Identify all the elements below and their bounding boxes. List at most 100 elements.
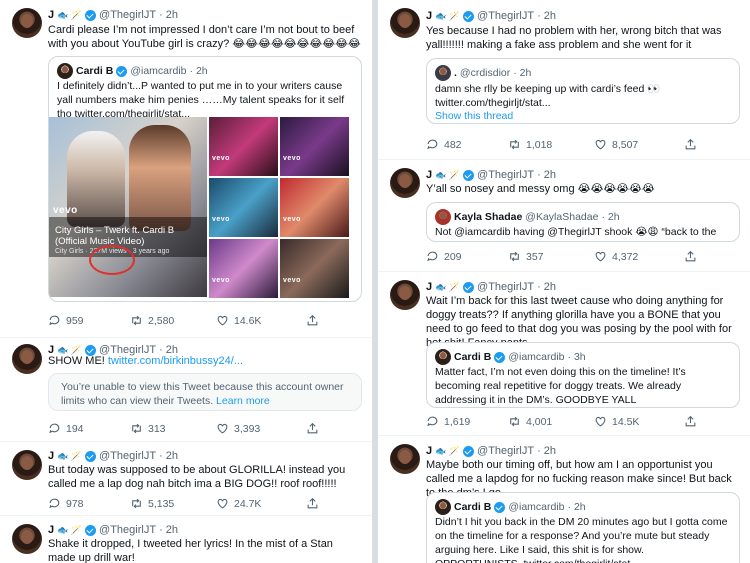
avatar[interactable]	[390, 444, 420, 474]
avatar[interactable]	[390, 280, 420, 310]
handle[interactable]: @ThegirlJT	[477, 445, 534, 457]
like-button[interactable]: 4,372	[594, 250, 638, 263]
retweet-button[interactable]: 4,001	[508, 415, 552, 428]
like-button[interactable]: 3,393	[216, 422, 260, 435]
display-name[interactable]: J	[426, 169, 432, 181]
tweet[interactable]: J 🐟 🪄 @ThegirlJT · 2h Yes because I had …	[378, 0, 750, 160]
timestamp[interactable]: · 2h	[159, 524, 178, 536]
avatar[interactable]	[12, 450, 42, 480]
person-image	[129, 125, 191, 231]
video-thumbnail[interactable]: vevo	[280, 178, 349, 237]
share-button[interactable]	[306, 422, 319, 435]
tweet[interactable]: J 🐟 🪄 @ThegirlJT · 2h SHOW ME! twitter.c…	[0, 338, 372, 442]
learn-more-link[interactable]: Learn more	[216, 395, 270, 407]
retweet-count: 357	[526, 250, 544, 263]
verified-icon	[116, 65, 128, 77]
reply-button[interactable]: 482	[426, 138, 462, 151]
quoted-tweet[interactable]: Cardi B @iamcardib · 2h I definitely did…	[48, 56, 362, 302]
quote-header: Cardi B @iamcardib · 3h	[435, 349, 733, 365]
quoted-tweet[interactable]: . @crdisdior · 2h damn she rlly be keepi…	[426, 58, 740, 124]
like-button[interactable]: 14.5K	[594, 415, 639, 428]
like-count: 4,372	[612, 250, 639, 263]
retweet-button[interactable]: 1,018	[508, 138, 552, 151]
quote-text: Matter fact, I’m not even doing this on …	[435, 366, 686, 406]
tweet-header: J 🐟 🪄 @ThegirlJT · 2h	[48, 9, 364, 21]
reply-button[interactable]: 194	[48, 422, 84, 435]
retweet-button[interactable]: 357	[508, 250, 544, 263]
timestamp[interactable]: · 2h	[537, 169, 556, 181]
heart-icon	[217, 423, 228, 434]
timestamp[interactable]: · 2h	[159, 450, 178, 462]
tweet-text: Shake it dropped, I tweeted her lyrics! …	[48, 538, 333, 563]
like-count: 14.5K	[612, 415, 640, 428]
like-button[interactable]: 8,507	[594, 138, 638, 151]
heart-icon	[595, 139, 606, 150]
display-name: Cardi B	[76, 65, 114, 77]
avatar[interactable]	[390, 8, 420, 38]
share-button[interactable]	[684, 250, 697, 263]
video-thumbnail[interactable]: vevo	[280, 239, 349, 298]
tweet[interactable]: J 🐟 🪄 @ThegirlJT · 2h Cardi please I’m n…	[0, 0, 372, 338]
video-thumbnail[interactable]: vevo	[209, 117, 278, 176]
avatar[interactable]	[12, 344, 42, 374]
tweet[interactable]: J 🐟 🪄 @ThegirlJT · 2h Shake it dropped, …	[0, 516, 372, 563]
share-button[interactable]	[306, 497, 319, 510]
avatar[interactable]	[390, 168, 420, 198]
video-thumbnail[interactable]: vevo	[209, 239, 278, 298]
timestamp[interactable]: · 2h	[537, 445, 556, 457]
tweet[interactable]: J 🐟 🪄 @ThegirlJT · 2h Wait I’m back for …	[378, 272, 750, 436]
reply-button[interactable]: 1,619	[426, 415, 470, 428]
video-grid[interactable]: vevo vevo vevo vevo vevo vevo	[209, 117, 349, 298]
handle: @iamcardib	[130, 65, 187, 77]
retweet-button[interactable]: 313	[130, 422, 166, 435]
heart-icon	[217, 315, 228, 326]
avatar[interactable]	[12, 8, 42, 38]
reply-button[interactable]: 209	[426, 250, 462, 263]
quoted-tweet[interactable]: Cardi B @iamcardib · 2h Didn’t I hit you…	[426, 492, 740, 563]
retweet-icon	[132, 498, 141, 509]
tweet-header: J 🐟 🪄 @ThegirlJT · 2h	[426, 445, 742, 457]
timestamp: · 2h	[567, 501, 586, 513]
handle[interactable]: @ThegirlJT	[477, 281, 534, 293]
tweet-text: Yes because I had no problem with her, w…	[426, 25, 722, 51]
display-name[interactable]: J	[48, 450, 54, 462]
video-thumbnail[interactable]: vevo	[209, 178, 278, 237]
display-name[interactable]: J	[426, 10, 432, 22]
handle[interactable]: @ThegirlJT	[99, 9, 156, 21]
handle[interactable]: @ThegirlJT	[99, 524, 156, 536]
like-button[interactable]: 24.7K	[216, 497, 261, 510]
video-thumbnail[interactable]: vevo	[280, 117, 349, 176]
timestamp[interactable]: · 2h	[537, 281, 556, 293]
share-button[interactable]	[684, 415, 697, 428]
like-button[interactable]: 14.6K	[216, 314, 261, 327]
share-button[interactable]	[684, 138, 697, 151]
reply-button[interactable]: 978	[48, 497, 84, 510]
tweet[interactable]: J 🐟 🪄 @ThegirlJT · 2h Y’all so nosey and…	[378, 160, 750, 272]
heart-icon	[595, 416, 606, 427]
retweet-button[interactable]: 2,580	[130, 314, 174, 327]
timestamp[interactable]: · 2h	[159, 9, 178, 21]
show-thread-link[interactable]: Show this thread	[435, 109, 731, 123]
tweet-header: J 🐟 🪄 @ThegirlJT · 2h	[426, 281, 742, 293]
timestamp[interactable]: · 2h	[537, 10, 556, 22]
display-name[interactable]: J	[426, 445, 432, 457]
tweet[interactable]: J 🐟 🪄 @ThegirlJT · 2h Maybe both our tim…	[378, 436, 750, 563]
display-name[interactable]: J	[48, 9, 54, 21]
tweet-link[interactable]: twitter.com/birkinbussy24/...	[108, 355, 243, 367]
handle[interactable]: @ThegirlJT	[99, 450, 156, 462]
avatar[interactable]	[12, 524, 42, 554]
retweet-icon	[132, 315, 141, 326]
quoted-tweet[interactable]: Cardi B @iamcardib · 3h Matter fact, I’m…	[426, 342, 740, 408]
handle[interactable]: @ThegirlJT	[477, 10, 534, 22]
share-button[interactable]	[306, 314, 319, 327]
handle[interactable]: @ThegirlJT	[477, 169, 534, 181]
retweet-button[interactable]: 5,135	[130, 497, 174, 510]
quoted-tweet[interactable]: Kayla Shadae @KaylaShadae · 2h Not @iamc…	[426, 202, 740, 242]
video-thumbnail[interactable]: vevo City Girls – Twerk ft. Cardi B (Off…	[49, 117, 207, 297]
reply-button[interactable]: 959	[48, 314, 84, 327]
display-name[interactable]: J	[426, 281, 432, 293]
tweet[interactable]: J 🐟 🪄 @ThegirlJT · 2h But today was supp…	[0, 442, 372, 516]
name-emoji: 🐟 🪄	[57, 524, 83, 535]
display-name[interactable]: J	[48, 524, 54, 536]
display-name: Cardi B	[454, 501, 492, 513]
